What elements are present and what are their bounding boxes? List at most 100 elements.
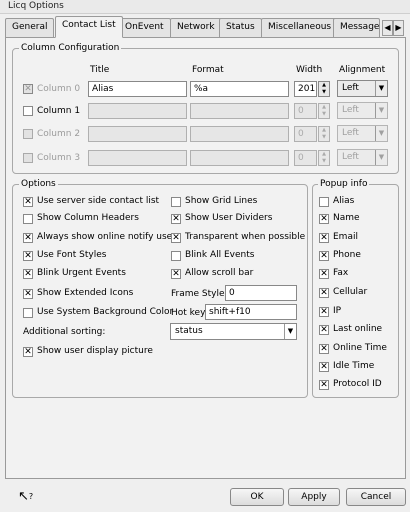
- column-1-width-input[interactable]: 0: [294, 103, 317, 119]
- popup-protocol-id-checkbox[interactable]: [319, 380, 329, 390]
- use-system-background-checkbox[interactable]: [23, 308, 33, 318]
- popup-fax-checkbox[interactable]: [319, 269, 329, 279]
- tab-scroll-right-icon[interactable]: ▶: [393, 20, 404, 36]
- frame-style-input[interactable]: 0: [225, 285, 297, 301]
- column-1-width-spinner[interactable]: ▲ ▼: [318, 103, 330, 119]
- popup-alias-checkbox[interactable]: [319, 197, 329, 207]
- popup-last-online-checkbox[interactable]: [319, 325, 329, 335]
- tab-label: OnEvent: [125, 22, 164, 32]
- show-extended-icons-checkbox[interactable]: [23, 289, 33, 299]
- column-0-width-input[interactable]: 201: [294, 81, 317, 97]
- popup-phone-checkbox[interactable]: [319, 251, 329, 261]
- column-2-width-input[interactable]: 0: [294, 126, 317, 142]
- select-value: Left: [342, 83, 359, 93]
- allow-scroll-bar-checkbox[interactable]: [171, 269, 181, 279]
- column-2-alignment-select[interactable]: Left ▼: [337, 125, 388, 142]
- frame-style-label: Frame Style:: [171, 289, 228, 299]
- popup-online-time-checkbox[interactable]: [319, 344, 329, 354]
- popup-label: Fax: [333, 268, 349, 278]
- tab-label: Network: [177, 22, 215, 32]
- tab-scroll-left-icon[interactable]: ◀: [382, 20, 393, 36]
- column-2-label: Column 2: [37, 129, 81, 139]
- column-2-title-input[interactable]: [88, 126, 187, 142]
- popup-label: Last online: [333, 324, 383, 334]
- popup-label: Phone: [333, 250, 361, 260]
- tab-contact-list[interactable]: Contact List: [55, 16, 123, 38]
- popup-email-checkbox[interactable]: [319, 233, 329, 243]
- tab-label: Status: [226, 22, 255, 32]
- show-user-dividers-checkbox[interactable]: [171, 214, 181, 224]
- chevron-down-icon: ▼: [375, 103, 387, 118]
- tab-label: Miscellaneous: [268, 22, 332, 32]
- popup-cellular-checkbox[interactable]: [319, 288, 329, 298]
- popup-label: Protocol ID: [333, 379, 382, 389]
- column-1-alignment-select[interactable]: Left ▼: [337, 102, 388, 119]
- select-value: Left: [342, 128, 359, 138]
- column-1-title-input[interactable]: [88, 103, 187, 119]
- chevron-down-icon: ▼: [375, 150, 387, 165]
- column-2-width-spinner[interactable]: ▲ ▼: [318, 126, 330, 142]
- popup-name-checkbox[interactable]: [319, 214, 329, 224]
- popup-label: Online Time: [333, 343, 387, 353]
- column-1-checkbox[interactable]: [23, 106, 33, 116]
- select-value: status: [175, 326, 203, 336]
- popup-idle-time-checkbox[interactable]: [319, 362, 329, 372]
- option-label: Use server side contact list: [37, 196, 160, 206]
- option-label: Use System Background Color: [37, 307, 174, 317]
- column-3-label: Column 3: [37, 153, 81, 163]
- tab-label: Message: [340, 22, 380, 32]
- group-title: Column Configuration: [19, 43, 122, 53]
- additional-sorting-select[interactable]: status ▼: [170, 323, 297, 340]
- popup-ip-checkbox[interactable]: [319, 307, 329, 317]
- option-label: Transparent when possible: [185, 232, 306, 242]
- show-column-headers-checkbox[interactable]: [23, 214, 33, 224]
- column-2-checkbox[interactable]: [23, 129, 33, 139]
- tab-onevent[interactable]: OnEvent: [118, 18, 171, 37]
- column-3-format-input[interactable]: [190, 150, 289, 166]
- column-0-checkbox[interactable]: [23, 84, 33, 94]
- column-1-label: Column 1: [37, 106, 81, 116]
- option-label: Always show online notify users: [37, 232, 181, 242]
- tab-message[interactable]: Message: [333, 18, 380, 37]
- show-grid-lines-checkbox[interactable]: [171, 197, 181, 207]
- hotkey-input[interactable]: shift+f10: [205, 304, 297, 320]
- column-0-alignment-select[interactable]: Left ▼: [337, 80, 388, 97]
- apply-button[interactable]: Apply: [288, 488, 340, 506]
- option-label: Use Font Styles: [37, 250, 107, 260]
- hotkey-label: Hot key:: [171, 308, 208, 318]
- option-label: Show User Dividers: [185, 213, 273, 223]
- blink-urgent-events-checkbox[interactable]: [23, 269, 33, 279]
- column-2-format-input[interactable]: [190, 126, 289, 142]
- header-alignment: Alignment: [339, 65, 386, 75]
- header-title: Title: [90, 65, 110, 75]
- always-show-online-notify-checkbox[interactable]: [23, 233, 33, 243]
- tab-status[interactable]: Status: [219, 18, 262, 37]
- use-server-side-list-checkbox[interactable]: [23, 197, 33, 207]
- column-3-title-input[interactable]: [88, 150, 187, 166]
- popup-label: Idle Time: [333, 361, 375, 371]
- show-user-display-picture-checkbox[interactable]: [23, 347, 33, 357]
- window-title: Licq Options: [8, 1, 64, 11]
- column-3-width-input[interactable]: 0: [294, 150, 317, 166]
- column-3-checkbox[interactable]: [23, 153, 33, 163]
- column-0-format-input[interactable]: %a: [190, 81, 289, 97]
- transparent-when-possible-checkbox[interactable]: [171, 233, 181, 243]
- column-3-width-spinner[interactable]: ▲ ▼: [318, 150, 330, 166]
- use-font-styles-checkbox[interactable]: [23, 251, 33, 261]
- tab-miscellaneous[interactable]: Miscellaneous: [261, 18, 339, 37]
- column-0-title-input[interactable]: Alias: [88, 81, 187, 97]
- chevron-down-icon: ▼: [375, 81, 387, 96]
- option-label: Show user display picture: [37, 346, 153, 356]
- popup-label: IP: [333, 306, 342, 316]
- cancel-button[interactable]: Cancel: [346, 488, 406, 506]
- tab-general[interactable]: General: [5, 18, 55, 37]
- whats-this-help-icon[interactable]: ↖?: [18, 490, 33, 504]
- tab-network[interactable]: Network: [170, 18, 222, 37]
- blink-all-events-checkbox[interactable]: [171, 251, 181, 261]
- additional-sorting-label: Additional sorting:: [23, 327, 106, 337]
- tab-label: General: [12, 22, 48, 32]
- column-3-alignment-select[interactable]: Left ▼: [337, 149, 388, 166]
- ok-button[interactable]: OK: [230, 488, 284, 506]
- column-1-format-input[interactable]: [190, 103, 289, 119]
- column-0-width-spinner[interactable]: ▲ ▼: [318, 81, 330, 97]
